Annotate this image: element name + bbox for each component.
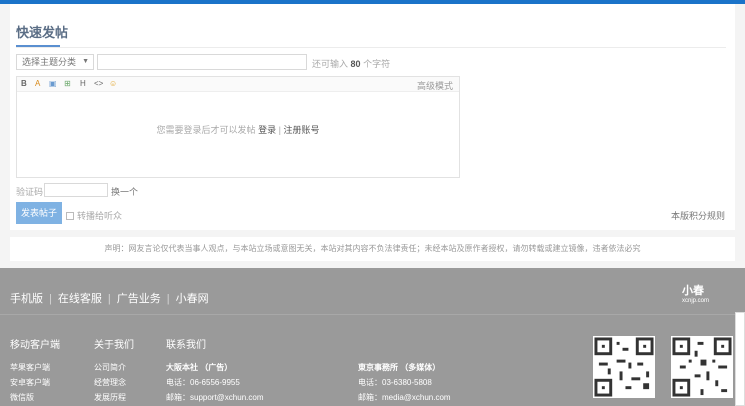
logo-text: 小春 <box>682 285 704 297</box>
about-item-history[interactable]: 发展历程 <box>94 392 126 403</box>
page-title: 快速发帖 <box>16 25 69 40</box>
sync-label: 转播给听众 <box>77 211 123 221</box>
char-hint-count: 80 <box>350 59 361 69</box>
osaka-office-title: 大阪本社 （广告） <box>166 363 233 372</box>
disclaimer: 声明：网友言论仅代表当事人观点，与本站立场或意图无关，本站对其内容不负法律责任；… <box>10 237 735 261</box>
category-select-label: 选择主题分类 <box>22 57 77 67</box>
mobile-item-ios[interactable]: 苹果客户端 <box>10 362 50 373</box>
captcha-refresh-link[interactable]: 换一个 <box>111 185 138 198</box>
sync-checkbox[interactable]: 转播给听众 <box>66 209 122 222</box>
captcha-input[interactable] <box>44 183 108 197</box>
checkbox-icon <box>66 212 74 220</box>
submit-post-button[interactable]: 发表帖子 <box>16 202 62 224</box>
separator: | <box>49 293 52 305</box>
link-separator: | <box>278 125 281 135</box>
footer-link-ads[interactable]: 广告业务 <box>117 293 161 305</box>
char-hint-suffix: 个字符 <box>363 59 391 69</box>
footer-link-support[interactable]: 在线客服 <box>58 293 102 305</box>
post-editor[interactable]: B A ▣ ⊞ H <> ☺ 高级模式 您需要登录后才可以发帖 登录 | 注册账… <box>16 76 460 178</box>
emoji-icon[interactable]: ☺ <box>109 79 117 88</box>
register-link[interactable]: 注册账号 <box>283 125 319 135</box>
login-link[interactable]: 登录 <box>258 125 276 135</box>
osaka-email[interactable]: 邮箱：support@xchun.com <box>166 392 264 403</box>
footer-links: 手机版 | 在线客服 | 广告业务 | 小春网 <box>10 290 209 306</box>
image-icon[interactable]: ▣ <box>49 79 57 88</box>
char-count-hint: 还可输入 80 个字符 <box>312 57 390 70</box>
separator: | <box>166 293 170 305</box>
qr-code-graphic <box>671 336 733 398</box>
heading-icon[interactable]: H <box>80 79 86 88</box>
about-item-company[interactable]: 公司简介 <box>94 362 126 373</box>
category-select[interactable]: 选择主题分类 ▼ <box>16 54 94 70</box>
tokyo-office-title: 東京事務所 （多媒体） <box>358 363 441 372</box>
attachment-icon[interactable]: ⊞ <box>64 79 71 88</box>
about-heading: 关于我们 <box>94 340 134 351</box>
qr-code-icon <box>671 336 733 398</box>
login-prompt: 您需要登录后才可以发帖 登录 | 注册账号 <box>17 123 459 136</box>
footer-divider <box>0 314 745 315</box>
advanced-mode-link[interactable]: 高级模式 <box>417 79 453 92</box>
site-footer: 手机版 | 在线客服 | 广告业务 | 小春网 小春 xcnjp.com 移动客户端 苹果客… <box>0 268 745 406</box>
footer-link-mobile[interactable]: 手机版 <box>10 293 43 305</box>
qr-code-icon <box>593 336 655 398</box>
points-rules-link[interactable]: 本版积分规则 <box>671 209 725 222</box>
title-divider <box>16 47 726 48</box>
footer-link-site[interactable]: 小春网 <box>176 293 209 305</box>
tokyo-phone: 电话：03-6380-5808 <box>358 378 432 387</box>
about-item-philosophy[interactable]: 经营理念 <box>94 377 126 388</box>
editor-toolbar: B A ▣ ⊞ H <> ☺ 高级模式 <box>17 77 459 92</box>
qr-code-graphic <box>593 336 655 398</box>
subject-input[interactable] <box>97 54 307 70</box>
font-color-icon[interactable]: A <box>35 79 40 88</box>
separator: | <box>107 293 111 305</box>
quick-post-panel: 快速发帖 选择主题分类 ▼ 还可输入 80 个字符 B A ▣ ⊞ H <> ☺… <box>10 4 735 230</box>
contact-heading: 联系我们 <box>166 340 206 351</box>
mobile-item-android[interactable]: 安卓客户端 <box>10 377 50 388</box>
side-float-tab[interactable] <box>735 312 745 406</box>
chevron-down-icon: ▼ <box>82 58 89 65</box>
site-logo: 小春 xcnjp.com <box>682 282 709 304</box>
osaka-phone: 电话：06-6556-9955 <box>166 378 240 387</box>
captcha-label: 验证码 <box>16 187 44 197</box>
char-hint-prefix: 还可输入 <box>312 59 349 69</box>
bold-icon[interactable]: B <box>21 79 27 88</box>
mobile-item-wechat[interactable]: 微信版 <box>10 392 34 403</box>
mobile-heading: 移动客户端 <box>10 340 60 351</box>
tokyo-email[interactable]: 邮箱：media@xchun.com <box>358 392 451 403</box>
logo-subtext: xcnjp.com <box>682 298 710 304</box>
login-prompt-text: 您需要登录后才可以发帖 <box>156 125 256 135</box>
code-icon[interactable]: <> <box>94 79 103 88</box>
